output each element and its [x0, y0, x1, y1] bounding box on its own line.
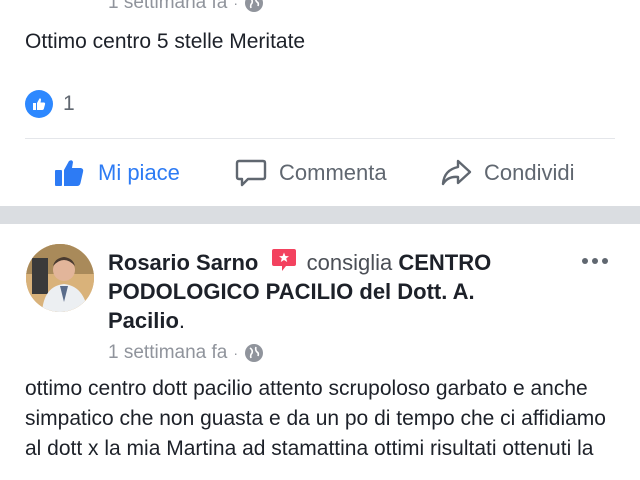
post-text: ottimo centro dott pacilio attento scrup… — [25, 377, 606, 460]
share-icon — [441, 159, 472, 186]
thumbs-up-icon — [55, 160, 84, 186]
post-timestamp[interactable]: 1 settimana fa — [108, 0, 227, 14]
post-card-top: 1 settimana fa · Ottimo centro 5 stelle … — [0, 0, 640, 206]
like-button[interactable]: Mi piace — [54, 158, 180, 188]
header-period: . — [178, 308, 186, 333]
post-header: Rosario Sarno consiglia CENTRO PODOLOGIC… — [108, 248, 548, 335]
more-dot — [592, 258, 598, 264]
like-icon — [25, 90, 53, 118]
reaction-summary[interactable]: 1 — [25, 90, 75, 118]
meta-separator: · — [233, 0, 239, 11]
more-dot — [602, 258, 608, 264]
more-dot — [582, 258, 588, 264]
post-meta: 1 settimana fa · — [108, 0, 264, 14]
globe-icon — [245, 344, 264, 362]
post-timestamp[interactable]: 1 settimana fa — [108, 342, 227, 364]
divider — [25, 138, 615, 139]
recommendation-icon — [271, 249, 296, 271]
comment-label: Commenta — [279, 160, 387, 185]
avatar-photo-icon — [26, 244, 94, 312]
post-meta: 1 settimana fa · — [108, 342, 264, 364]
meta-separator: · — [233, 345, 239, 361]
action-bar: Mi piace Commenta Condividi — [0, 150, 640, 198]
share-button[interactable]: Condividi — [440, 158, 575, 188]
feed-separator — [0, 206, 640, 224]
share-label: Condividi — [484, 160, 575, 185]
avatar[interactable] — [26, 244, 94, 312]
recommend-verb: consiglia — [306, 250, 393, 275]
comment-icon — [235, 159, 267, 187]
more-options-button[interactable] — [582, 258, 608, 264]
comment-button[interactable]: Commenta — [235, 158, 387, 188]
reaction-count: 1 — [63, 92, 75, 115]
like-label: Mi piace — [98, 160, 180, 185]
post-card: Rosario Sarno consiglia CENTRO PODOLOGIC… — [0, 224, 640, 480]
globe-icon — [245, 0, 264, 12]
author-name[interactable]: Rosario Sarno — [108, 250, 258, 275]
post-text: Ottimo centro 5 stelle Meritate — [25, 30, 306, 53]
